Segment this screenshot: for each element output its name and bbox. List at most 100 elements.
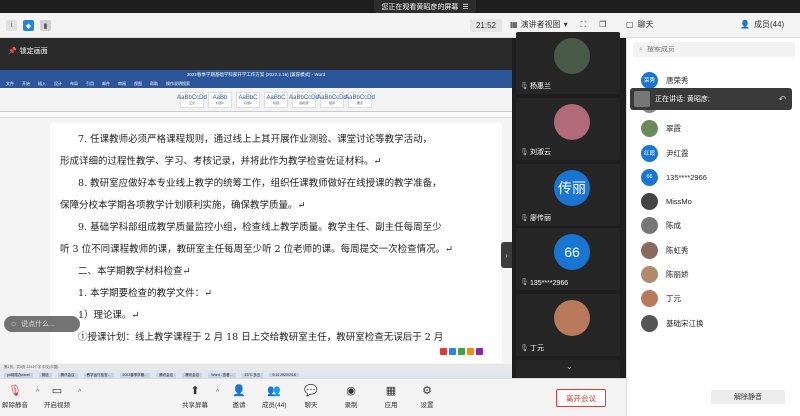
unmute-button[interactable]: 🎙 解除静音 — [2, 383, 28, 410]
style-subtitle[interactable]: AaBbCcDd 副标题 — [289, 91, 319, 108]
ime-icon[interactable] — [449, 348, 456, 355]
tab-members-label: 成员(44) — [753, 20, 785, 29]
lock-view-button[interactable]: 📌 锁定画面 — [8, 46, 48, 56]
shield-icon[interactable]: ◆ — [23, 20, 34, 31]
tab-chat-label: 聊天 — [637, 20, 654, 29]
member-search[interactable]: ⌕ — [633, 42, 795, 57]
record-button[interactable]: ◉ 录制 — [344, 383, 358, 410]
taskbar-item[interactable]: 腾讯会议 — [156, 372, 177, 378]
word-window: 2022春季学期基础学科部开学工作方案 (2022.2.16) [兼容模式] -… — [0, 70, 512, 378]
chat-input[interactable]: ☺ 说点什么... — [4, 316, 80, 332]
layout-icon: ▦ — [510, 20, 518, 29]
invite-button[interactable]: 👤 邀请 — [232, 383, 246, 410]
share-screen-label: 共享屏幕 — [182, 402, 208, 409]
avatar — [641, 241, 658, 259]
list-item[interactable]: 丁元 — [627, 287, 800, 311]
chevron-up-icon[interactable]: ^ — [216, 389, 219, 396]
settings-button[interactable]: ⚙ 设置 — [420, 383, 434, 410]
doc-line: 1. 本学期要检查的教学文件：↵ — [78, 288, 213, 299]
style-heading1[interactable]: AaBb 标题1 — [208, 91, 232, 108]
chevron-up-icon[interactable]: ^ — [36, 389, 39, 396]
video-button[interactable]: ▭ 开启视频 — [44, 383, 70, 410]
shared-screen: 📌 锁定画面 2022春季学期基础学科部开学工作方案 (2022.2.16) [… — [0, 38, 512, 378]
invite-label: 邀请 — [232, 402, 246, 409]
member-name: 基础宋江换 — [666, 318, 704, 328]
ime-icon[interactable] — [476, 348, 483, 355]
document-page[interactable]: 7. 任课教师必须严格课程规则，通过线上上其开展作业测验、课堂讨论等教学活动， … — [50, 123, 502, 363]
taskbar-item: 23°C 多云 — [241, 372, 264, 378]
style-heading2[interactable]: AaBbC 标题2 — [236, 91, 260, 108]
ime-icon[interactable] — [458, 348, 465, 355]
ribbon-tab[interactable]: 文件 — [6, 81, 14, 87]
list-item[interactable]: 陈丽娇 — [627, 262, 800, 286]
style-title[interactable]: AaBbC 标题 — [264, 91, 288, 108]
tab-chat[interactable]: ▢ 聊天 — [626, 19, 654, 30]
fullscreen-icon[interactable]: ⛶ — [581, 20, 587, 30]
video-tile[interactable]: 🎙 丁元 — [516, 294, 620, 356]
apps-button[interactable]: ▦ 应用 — [384, 383, 398, 410]
ribbon-tab[interactable]: 审阅 — [118, 81, 126, 87]
settings-label: 设置 — [420, 402, 434, 409]
chat-input-placeholder: 说点什么... — [21, 321, 55, 328]
members-button[interactable]: 👥 成员(44) — [262, 383, 287, 410]
avatar — [554, 104, 590, 140]
doc-line: 形成详细的过程性教学、学习、考核记录，并将此作为教学检查佐证材料。↵ — [60, 156, 382, 167]
ime-icon[interactable] — [467, 348, 474, 355]
list-item[interactable]: MissMo — [627, 189, 800, 213]
style-emphasis[interactable]: AaBbCcDd 强调 — [317, 91, 347, 108]
video-tile[interactable]: ⌄ — [516, 360, 620, 378]
ribbon-tab[interactable]: 开始 — [22, 81, 30, 87]
video-tile[interactable]: 🎙 刘淑云 — [516, 98, 620, 160]
restore-icon[interactable]: ❐ — [599, 20, 606, 29]
taskbar-item[interactable]: 腾讯会议 — [57, 372, 78, 378]
doc-line: 9. 基础学科部组成教学质量监控小组，检查线上教学质量。教学主任、副主任每周至少 — [78, 222, 442, 233]
view-mode-button[interactable]: ▦ 演讲者视图 ▾ ⛶ ❐ — [510, 19, 606, 30]
collapse-video-handle[interactable]: › — [501, 242, 512, 268]
ribbon-tab[interactable]: 帮助 — [150, 81, 158, 87]
list-item[interactable]: 陈成 — [627, 214, 800, 238]
list-item[interactable]: 陈虹秀 — [627, 238, 800, 262]
ime-icon[interactable] — [440, 348, 447, 355]
taskbar-item[interactable]: 腾讯会议 — [182, 372, 203, 378]
taskbar-item[interactable]: Word - 查看... — [208, 372, 236, 378]
ribbon-tab[interactable]: 引用 — [86, 81, 94, 87]
taskbar-item: 9:14 2022/2/18 — [269, 373, 299, 377]
word-title: 2022春季学期基础学科部开学工作方案 (2022.2.16) [兼容模式] -… — [0, 70, 512, 80]
taskbar-item[interactable]: 教学运行检查... — [83, 372, 114, 378]
style-strong[interactable]: AaBbCcDd 要点 — [345, 91, 375, 108]
signal-icon[interactable]: ▮ — [40, 20, 51, 31]
mute-all-button[interactable]: 解除静音 — [711, 390, 785, 404]
ribbon: AaBbCcDd 正文 AaBb 标题1 AaBbC 标题2 AaBbC 标题 AaBb… — [0, 88, 512, 112]
ribbon-tab[interactable]: 邮件 — [102, 81, 110, 87]
list-item[interactable]: 红霞 尹红霞 — [627, 141, 800, 165]
ribbon-tab[interactable]: 布局 — [70, 81, 78, 87]
video-tile[interactable]: 传丽 🎙 廖传丽 — [516, 164, 620, 226]
search-input[interactable] — [646, 46, 777, 53]
ribbon-tab[interactable]: 插入 — [38, 81, 46, 87]
video-tile[interactable]: 66 🎙 135****2966 — [516, 228, 620, 290]
style-normal[interactable]: AaBbCcDd 正文 — [177, 91, 207, 108]
tile-name: 刘淑云 — [530, 149, 551, 156]
ribbon-tab[interactable]: 视图 — [134, 81, 142, 87]
reply-icon[interactable]: ↶ — [778, 94, 786, 105]
list-item[interactable]: 翠霞 — [627, 117, 800, 141]
chevron-up-icon[interactable]: ^ — [78, 389, 81, 396]
list-item[interactable]: 66 135****2966 — [627, 165, 800, 189]
menu-icon[interactable]: ☰ — [462, 3, 468, 11]
doc-line: 1）理论课。↵ — [78, 310, 140, 321]
tab-members[interactable]: 👤 成员(44) — [740, 19, 784, 30]
ribbon-tab[interactable]: 设计 — [54, 81, 62, 87]
chat-button[interactable]: 💬 聊天 — [304, 383, 318, 410]
share-screen-button[interactable]: ⬆ 共享屏幕 — [182, 383, 208, 410]
taskbar-item[interactable]: 微信 — [38, 372, 52, 378]
avatar: 66 — [641, 168, 658, 186]
video-tile[interactable]: 🎙 杨惠兰 — [516, 32, 620, 94]
taskbar-item[interactable]: p#网络办excel — [4, 372, 33, 378]
ribbon-tab[interactable]: 操作说明搜索 — [166, 81, 190, 87]
taskbar-item[interactable]: 2022春季学期... — [119, 372, 151, 378]
camera-off-icon: ▭ — [51, 384, 63, 397]
avatar — [641, 217, 658, 235]
info-icon[interactable]: i — [6, 20, 17, 31]
list-item[interactable]: 基础宋江换 — [627, 311, 800, 335]
leave-meeting-button[interactable]: 离开会议 — [556, 389, 606, 407]
